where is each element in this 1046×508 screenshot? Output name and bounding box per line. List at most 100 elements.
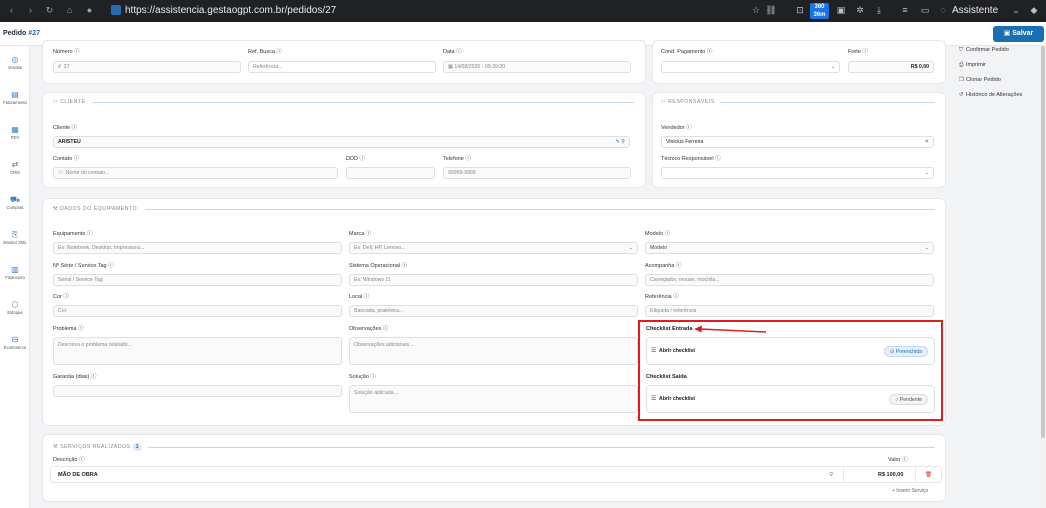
- confirm-order-action[interactable]: ⛉ Confirmar Pedido: [959, 46, 1009, 54]
- garantia-input[interactable]: [53, 385, 342, 397]
- referencia-input[interactable]: Etiqueta / referência: [645, 305, 934, 317]
- chat-icon[interactable]: ◌: [936, 4, 950, 17]
- table-row[interactable]: MÃO DE OBRA ⚲ R$ 100,00 🗑: [50, 466, 942, 483]
- tecnico-select[interactable]: ⌄: [661, 167, 934, 179]
- contato-input[interactable]: ⚇ Nome do contato...: [53, 167, 338, 179]
- actions-panel: ⛉ Confirmar Pedido ⎙ Imprimir ❐ Clonar Pedi…: [955, 46, 1046, 508]
- star-icon[interactable]: ☆: [749, 4, 763, 17]
- forward-icon[interactable]: ›: [24, 4, 37, 17]
- vendedor-select[interactable]: Vinicius Ferreira ✕: [661, 136, 934, 148]
- so-input[interactable]: Ex: Windows 11: [349, 274, 638, 286]
- print-icon: ⎙: [959, 62, 964, 68]
- browser-toolbar: ‹ › ↻ ⌂ ● https://assistencia.gestaogpt.…: [0, 0, 1046, 22]
- search-icon[interactable]: ⚲: [829, 471, 833, 479]
- cart-icon: ⛟: [9, 195, 21, 204]
- local-label-text: Local: [349, 294, 363, 300]
- sidebar-item-pdv[interactable]: ▦ PDV: [0, 125, 30, 141]
- sidebar-toggle-icon[interactable]: ▭: [918, 4, 932, 17]
- servicos-section-title: ⚒ SERVIÇOS REALIZADOS 1: [53, 443, 142, 451]
- sidebar-item-label: Estoque: [7, 310, 23, 315]
- microphone-icon[interactable]: ●: [83, 4, 96, 17]
- vendedor-value: Vinicius Ferreira: [666, 139, 704, 145]
- cliente-section-title: ⚇ CLIENTE: [53, 98, 86, 106]
- acompanha-input[interactable]: Carregador, mouse, mochila...: [645, 274, 934, 286]
- back-icon[interactable]: ‹: [5, 4, 18, 17]
- page-title: Pedido #27: [3, 30, 40, 37]
- save-button[interactable]: ▣ Salvar: [993, 26, 1044, 42]
- reload-icon[interactable]: ↻: [43, 4, 56, 17]
- cor-label-text: Cor: [53, 294, 62, 300]
- timer-extension-badge[interactable]: 360 36m: [810, 3, 829, 19]
- ref-busca-input[interactable]: Referência...: [248, 61, 436, 73]
- puzzle-icon[interactable]: ✲: [853, 4, 867, 17]
- sidebar-item-crm[interactable]: ⇄ CRM: [0, 160, 30, 176]
- assistant-button[interactable]: Assistente: [952, 4, 998, 17]
- problema-textarea[interactable]: Descreva o problema relatado...: [53, 337, 342, 365]
- modelo-select[interactable]: Modelo ⌄: [645, 242, 934, 254]
- sidebar-item-faturamento[interactable]: ▤ Faturamento: [0, 90, 30, 106]
- download-icon[interactable]: ⤓: [872, 4, 886, 17]
- numero-value: 27: [63, 64, 70, 70]
- count-badge: 1: [132, 443, 142, 451]
- equipamento-label: Equipamento ⓘ: [53, 231, 93, 237]
- address-bar[interactable]: https://assistencia.gestaogpt.com.br/ped…: [125, 4, 336, 17]
- sidebar-item-estoque[interactable]: ⬡ Estoque: [0, 300, 30, 316]
- print-action[interactable]: ⎙ Imprimir: [959, 61, 986, 69]
- cliente-field[interactable]: ARISTEU ✎ ⚲: [53, 136, 630, 148]
- history-action[interactable]: ↺ Histórico de Alterações: [959, 91, 1022, 99]
- service-description[interactable]: MÃO DE OBRA: [58, 471, 98, 479]
- profile-icon[interactable]: ◆: [1027, 4, 1041, 17]
- telefone-input[interactable]: 99999-9999: [443, 167, 631, 179]
- tecnico-label: Técnico Responsável ⓘ: [661, 156, 721, 162]
- data-field[interactable]: ▦ 14/08/2026 - 09:39:00: [443, 61, 631, 73]
- garantia-label-text: Garantia (dias): [53, 374, 90, 380]
- solucao-textarea[interactable]: Solução aplicada...: [349, 385, 638, 413]
- clear-icon[interactable]: ✕: [925, 137, 929, 147]
- acompanha-label: Acompanha ⓘ: [645, 263, 682, 269]
- service-value[interactable]: R$ 100,00: [878, 471, 903, 479]
- cond-pagamento-label-text: Cond. Pagamento: [661, 49, 706, 55]
- numero-field[interactable]: # 27: [53, 61, 241, 73]
- marca-select[interactable]: Ex: Dell, HP, Lenovo... ⌄: [349, 242, 638, 254]
- menu-lines-icon[interactable]: ≡: [898, 4, 912, 17]
- confirm-order-label: Confirmar Pedido: [966, 47, 1009, 53]
- scrollbar-thumb[interactable]: [1041, 46, 1045, 438]
- so-label-text: Sistema Operacional: [349, 263, 401, 269]
- sidebar-item-vendas[interactable]: ◎ Vendas: [0, 55, 30, 71]
- sidebar-item-financeiro[interactable]: ▥ Financeiro: [0, 265, 30, 281]
- save-icon: ▣: [1003, 30, 1011, 37]
- clone-order-action[interactable]: ❐ Clonar Pedido: [959, 76, 1001, 84]
- local-input[interactable]: Bancada, prateleira...: [349, 305, 638, 317]
- frete-input[interactable]: R$ 0,00: [848, 61, 934, 73]
- sidebar-item-label: Financeiro: [5, 275, 25, 280]
- link-icon[interactable]: ⛓: [764, 4, 778, 17]
- insert-service-link[interactable]: + Inserir Serviço: [892, 487, 928, 495]
- modelo-label-text: Modelo: [645, 231, 664, 237]
- numero-label: Número ⓘ: [53, 49, 80, 55]
- data-label: Data ⓘ: [443, 49, 462, 55]
- screenshot-icon[interactable]: ▣: [834, 4, 848, 17]
- chevron-down-icon[interactable]: ⌄: [1009, 4, 1023, 17]
- equipamento-input[interactable]: Ex: Notebook, Desktop, Impressora...: [53, 242, 342, 254]
- home-icon[interactable]: ⌂: [63, 4, 76, 17]
- sidebar-item-label: Monitor XML: [3, 240, 27, 245]
- extension-scan-icon[interactable]: ⊡: [793, 4, 807, 17]
- cliente-label: Cliente ⓘ: [53, 125, 78, 131]
- section-divider: [720, 102, 935, 103]
- edit-search-icons[interactable]: ✎ ⚲: [615, 137, 625, 147]
- cell-divider: [843, 467, 844, 482]
- sidebar-item-compras[interactable]: ⛟ Compras: [0, 195, 30, 211]
- solucao-label-text: Solução: [349, 374, 369, 380]
- sidebar-item-monitor-xml[interactable]: ⎘ Monitor XML: [0, 230, 30, 246]
- cor-input[interactable]: Cor: [53, 305, 342, 317]
- serie-input[interactable]: Serial / Service Tag: [53, 274, 342, 286]
- observacoes-textarea[interactable]: Observações adicionais...: [349, 337, 638, 365]
- page-scrollbar[interactable]: [1040, 46, 1046, 508]
- trash-icon[interactable]: 🗑: [925, 471, 932, 479]
- tecnico-label-text: Técnico Responsável: [661, 156, 714, 162]
- ddd-input[interactable]: [346, 167, 435, 179]
- sidebar-item-ecommerce[interactable]: ⊟ Ecommerce: [0, 335, 30, 351]
- chevron-down-icon: ⌄: [830, 64, 835, 70]
- cond-pagamento-select[interactable]: ⌄: [661, 61, 840, 73]
- sidebar-item-label: PDV: [10, 135, 20, 140]
